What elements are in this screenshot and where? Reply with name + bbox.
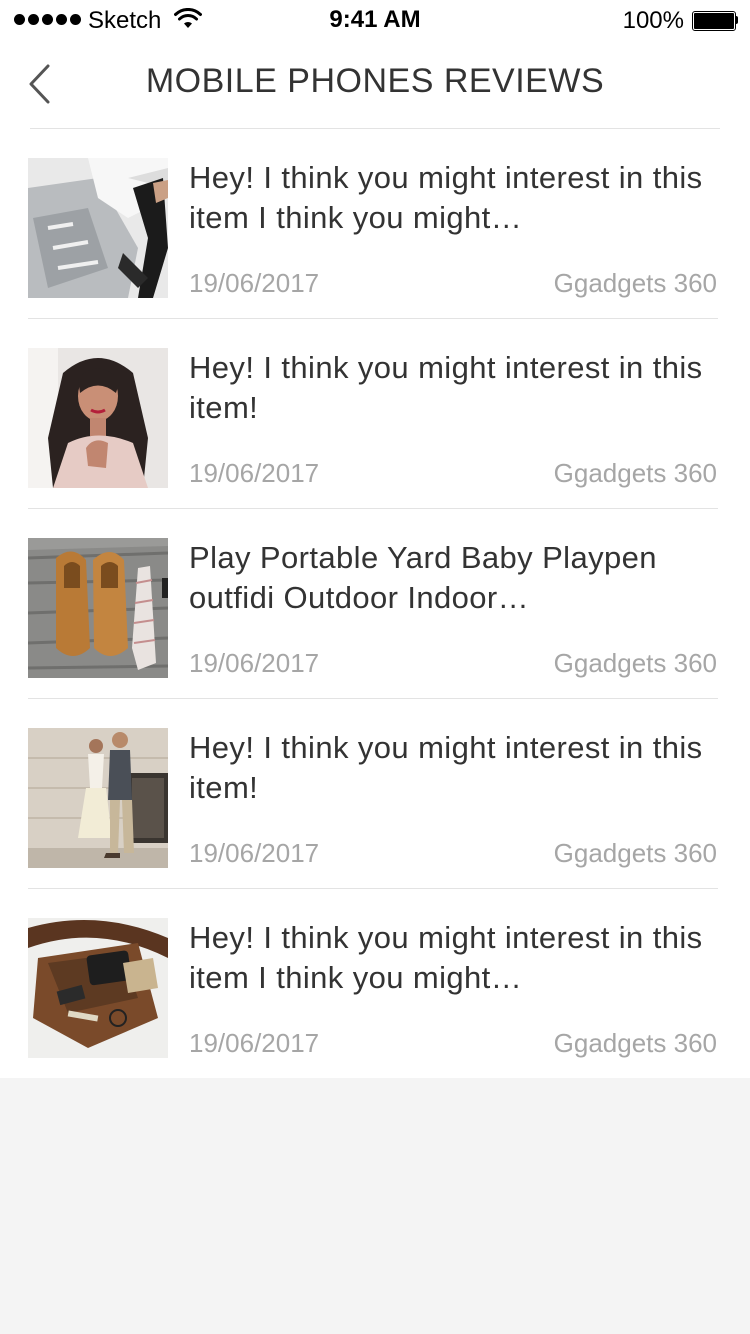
article-title: Hey! I think you might interest in this … bbox=[189, 350, 703, 425]
article-date: 19/06/2017 bbox=[189, 648, 320, 678]
article-source: Ggadgets 360 bbox=[553, 648, 717, 678]
article-list: Hey! I think you might interest in this … bbox=[0, 129, 750, 1079]
article-thumbnail bbox=[28, 348, 168, 488]
article-title: Hey! I think you might interest in this … bbox=[189, 160, 703, 235]
woman-portrait-photo bbox=[28, 348, 168, 488]
article-thumbnail bbox=[28, 728, 168, 868]
article-thumbnail bbox=[28, 918, 168, 1058]
article-date: 19/06/2017 bbox=[189, 458, 320, 488]
article-title: Hey! I think you might interest in this … bbox=[189, 730, 703, 805]
navigation-bar: MOBILE PHONES REVIEWS bbox=[0, 40, 750, 128]
jeans-heels-photo bbox=[28, 158, 168, 298]
list-item[interactable]: Hey! I think you might interest in this … bbox=[0, 699, 750, 889]
article-date: 19/06/2017 bbox=[189, 268, 320, 298]
article-source: Ggadgets 360 bbox=[553, 458, 717, 488]
list-item[interactable]: Play Portable Yard Baby Playpen outfidi … bbox=[0, 509, 750, 699]
article-date: 19/06/2017 bbox=[189, 1028, 320, 1058]
article-source: Ggadgets 360 bbox=[553, 268, 717, 298]
list-item[interactable]: Hey! I think you might interest in this … bbox=[0, 319, 750, 509]
article-source: Ggadgets 360 bbox=[553, 1028, 717, 1058]
list-item[interactable]: Hey! I think you might interest in this … bbox=[0, 889, 750, 1079]
battery-percentage: 100% bbox=[622, 7, 684, 34]
status-bar: Sketch 9:41 AM 100% bbox=[0, 0, 750, 40]
leather-bag-photo bbox=[28, 918, 168, 1058]
page-title: MOBILE PHONES REVIEWS bbox=[145, 62, 605, 100]
article-date: 19/06/2017 bbox=[189, 838, 320, 868]
list-item[interactable]: Hey! I think you might interest in this … bbox=[0, 129, 750, 319]
article-thumbnail bbox=[28, 158, 168, 298]
article-title: Hey! I think you might interest in this … bbox=[189, 920, 703, 995]
couple-walking-photo bbox=[28, 728, 168, 868]
article-title: Play Portable Yard Baby Playpen outfidi … bbox=[189, 540, 657, 615]
article-thumbnail bbox=[28, 538, 168, 678]
screen: Sketch 9:41 AM 100% MOBILE PHONES REVIEW… bbox=[0, 0, 750, 1078]
shoes-tie-photo bbox=[28, 538, 168, 678]
article-source: Ggadgets 360 bbox=[553, 838, 717, 868]
battery-icon bbox=[692, 11, 738, 31]
